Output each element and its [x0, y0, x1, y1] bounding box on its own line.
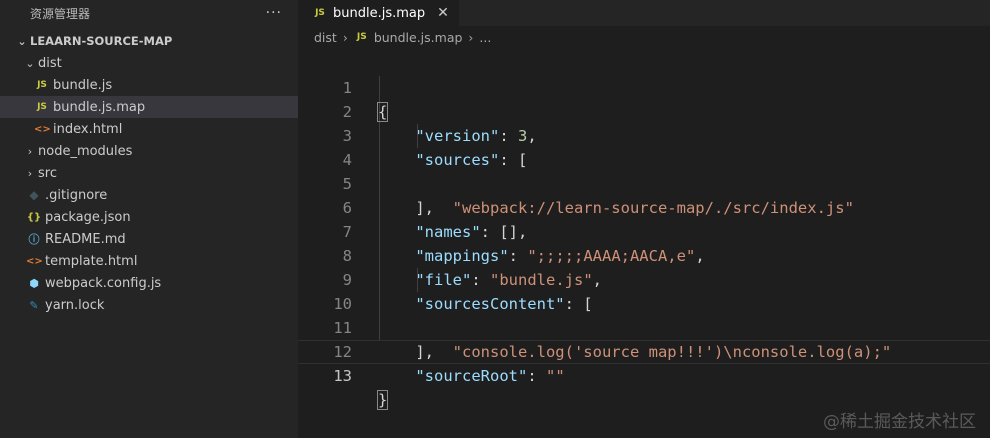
info-file-icon: ⓘ: [28, 233, 40, 246]
code-line[interactable]: 6 "names": [],: [298, 172, 990, 241]
tree-item-label: webpack.config.js: [45, 275, 162, 291]
code-text: "sourceRoot": "": [415, 367, 565, 385]
tab-bar: JS bundle.js.map ✕: [298, 0, 990, 26]
code-editor[interactable]: 1 { 2 "version": 3, 3 "sources": [ 4 "we…: [298, 52, 990, 410]
project-section-header[interactable]: ⌄ LEAARN-SOURCE-MAP: [0, 30, 298, 52]
tree-file-webpack-config[interactable]: ⬢ webpack.config.js: [0, 272, 298, 294]
js-file-icon: JS: [37, 80, 47, 90]
chevron-down-icon: ⌄: [17, 34, 27, 48]
code-line[interactable]: 10 "console.log('source map!!!')\nconsol…: [298, 268, 990, 361]
line-number: 13: [333, 367, 352, 385]
json-file-icon: {}: [26, 211, 42, 223]
tree-item-label: node_modules: [38, 143, 133, 159]
close-icon[interactable]: ✕: [437, 5, 449, 21]
code-line[interactable]: 12 "sourceRoot": "": [298, 316, 990, 385]
chevron-right-icon: ›: [27, 166, 33, 180]
tree-item-label: README.md: [45, 231, 126, 247]
tree-item-label: package.json: [45, 209, 131, 225]
code-line[interactable]: 3 "sources": [: [298, 100, 990, 169]
more-actions-icon[interactable]: ···: [266, 5, 282, 21]
tree-file-yarn-lock[interactable]: ✎ yarn.lock: [0, 294, 298, 316]
breadcrumb: dist › JS bundle.js.map › ...: [298, 26, 990, 48]
code-line[interactable]: 1 {: [298, 52, 990, 122]
tree-folder-dist[interactable]: ⌄ dist: [0, 52, 298, 74]
tree-file-bundle-js[interactable]: JS bundle.js: [0, 74, 298, 96]
html-file-icon: <>: [34, 123, 51, 135]
editor-area: JS bundle.js.map ✕ dist › JS bundle.js.m…: [298, 0, 990, 438]
tab-label: bundle.js.map: [333, 5, 426, 21]
tree-file-template-html[interactable]: <> template.html: [0, 250, 298, 272]
code-line[interactable]: 9 "sourcesContent": [: [298, 244, 990, 313]
chevron-down-icon: ⌄: [25, 56, 35, 70]
brace-highlight: }: [376, 390, 389, 410]
breadcrumb-dist[interactable]: dist: [314, 30, 337, 45]
tree-item-label: yarn.lock: [45, 297, 105, 313]
code-line[interactable]: 4 "webpack://learn-source-map/./src/inde…: [298, 124, 990, 217]
tree-item-label: bundle.js: [53, 77, 113, 93]
webpack-file-icon: ⬢: [29, 276, 39, 290]
chevron-right-icon: ›: [27, 144, 33, 158]
explorer-title: 资源管理器: [30, 6, 91, 21]
html-file-icon: <>: [26, 255, 43, 267]
yarn-file-icon: ✎: [29, 298, 39, 312]
tree-item-label: bundle.js.map: [53, 99, 146, 115]
tree-file-package-json[interactable]: {} package.json: [0, 206, 298, 228]
tree-item-label: src: [38, 165, 57, 181]
tree-item-label: template.html: [45, 253, 138, 269]
tree-file-readme[interactable]: ⓘ README.md: [0, 228, 298, 250]
chevron-right-icon: ›: [342, 29, 348, 45]
watermark: @稀土掘金技术社区: [823, 412, 976, 432]
tree-item-label: dist: [38, 55, 62, 71]
tree-item-label: .gitignore: [45, 187, 108, 203]
js-file-icon: JS: [37, 102, 47, 112]
code-text: }: [376, 388, 389, 412]
code-line[interactable]: 7 "mappings": ";;;;;AAAA;AACA,e",: [298, 196, 990, 265]
git-file-icon: ◆: [29, 188, 39, 202]
tree-file-index-html[interactable]: <> index.html: [0, 118, 298, 140]
code-line[interactable]: 8 "file": "bundle.js",: [298, 220, 990, 289]
tree-file-bundle-js-map[interactable]: JS bundle.js.map: [0, 96, 298, 118]
explorer-header: 资源管理器 ···: [0, 0, 298, 26]
breadcrumb-file[interactable]: bundle.js.map: [374, 30, 463, 45]
tree-item-label: index.html: [53, 121, 123, 137]
explorer-sidebar: 资源管理器 ··· ⌄ LEAARN-SOURCE-MAP ⌄ dist JS …: [0, 0, 298, 438]
code-line[interactable]: 11 ],: [298, 292, 990, 361]
project-name: LEAARN-SOURCE-MAP: [30, 34, 173, 48]
indent-guide: [417, 268, 418, 292]
code-line[interactable]: 2 "version": 3,: [298, 76, 990, 145]
chevron-right-icon: ›: [468, 29, 474, 45]
code-line[interactable]: 5 ],: [298, 148, 990, 217]
code-line-current[interactable]: 13 }: [298, 340, 990, 410]
js-file-icon: JS: [315, 8, 325, 18]
indent-guide: [417, 124, 418, 148]
tree-file-gitignore[interactable]: ◆ .gitignore: [0, 184, 298, 206]
tree-folder-src[interactable]: › src: [0, 162, 298, 184]
tree-folder-node-modules[interactable]: › node_modules: [0, 140, 298, 162]
breadcrumb-ellipsis[interactable]: ...: [479, 30, 491, 45]
tab-bundle-js-map[interactable]: JS bundle.js.map ✕: [298, 0, 459, 26]
js-file-icon: JS: [356, 32, 367, 42]
